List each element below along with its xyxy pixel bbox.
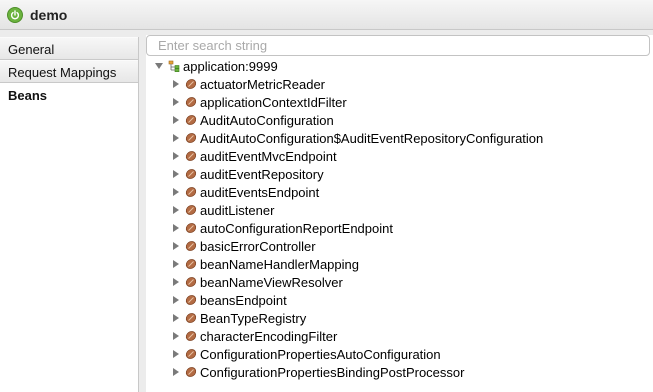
bean-name: beanNameHandlerMapping bbox=[200, 256, 359, 272]
chevron-right-icon[interactable] bbox=[171, 331, 181, 341]
bean-icon bbox=[185, 169, 197, 179]
beans-panel: application:9999 actuatorMetricReader app… bbox=[146, 35, 653, 392]
bean-name: beansEndpoint bbox=[200, 292, 287, 308]
tree-item[interactable]: AuditAutoConfiguration bbox=[171, 111, 334, 129]
chevron-right-icon[interactable] bbox=[171, 115, 181, 125]
bean-icon bbox=[185, 277, 197, 287]
bean-name: auditEventsEndpoint bbox=[200, 184, 320, 200]
chevron-right-icon[interactable] bbox=[171, 133, 181, 143]
chevron-right-icon[interactable] bbox=[171, 223, 181, 233]
chevron-right-icon[interactable] bbox=[171, 151, 181, 161]
tree-root[interactable]: application:9999 bbox=[154, 57, 278, 75]
bean-name: AuditAutoConfiguration$AuditEventReposit… bbox=[200, 130, 544, 146]
bean-name: autoConfigurationReportEndpoint bbox=[200, 220, 393, 236]
bean-icon bbox=[185, 97, 197, 107]
bean-icon bbox=[185, 205, 197, 215]
tree-item[interactable]: auditEventsEndpoint bbox=[171, 183, 319, 201]
tree-item[interactable]: applicationContextIdFilter bbox=[171, 93, 347, 111]
bean-name: actuatorMetricReader bbox=[200, 76, 325, 92]
bean-name: auditEventRepository bbox=[200, 166, 324, 182]
title-bar: demo bbox=[0, 0, 653, 30]
bean-icon bbox=[185, 223, 197, 233]
bean-name: ConfigurationPropertiesBindingPostProces… bbox=[200, 364, 465, 380]
bean-icon bbox=[185, 151, 197, 161]
chevron-right-icon[interactable] bbox=[171, 295, 181, 305]
chevron-right-icon[interactable] bbox=[171, 367, 181, 377]
chevron-right-icon[interactable] bbox=[171, 241, 181, 251]
bean-icon bbox=[185, 133, 197, 143]
bean-icon bbox=[185, 259, 197, 269]
tree-root-label: application:9999 bbox=[183, 58, 278, 74]
bean-name: beanNameViewResolver bbox=[200, 274, 343, 290]
bean-name: basicErrorController bbox=[200, 238, 316, 254]
tree-item[interactable]: beanNameViewResolver bbox=[171, 273, 343, 291]
tree-item[interactable]: characterEncodingFilter bbox=[171, 327, 337, 345]
tree-item[interactable]: beanNameHandlerMapping bbox=[171, 255, 359, 273]
tree-item[interactable]: BeanTypeRegistry bbox=[171, 309, 306, 327]
sidebar-item-beans[interactable]: Beans bbox=[0, 83, 138, 106]
bean-name: ConfigurationPropertiesAutoConfiguration bbox=[200, 346, 441, 362]
sidebar-item-request-mappings[interactable]: Request Mappings bbox=[0, 60, 138, 83]
chevron-right-icon[interactable] bbox=[171, 277, 181, 287]
tree-item[interactable]: auditListener bbox=[171, 201, 274, 219]
tree-item[interactable]: auditEventMvcEndpoint bbox=[171, 147, 337, 165]
chevron-right-icon[interactable] bbox=[171, 205, 181, 215]
window-title: demo bbox=[30, 6, 68, 23]
bean-icon bbox=[185, 241, 197, 251]
context-hierarchy-icon bbox=[168, 60, 180, 72]
tree-item[interactable]: auditEventRepository bbox=[171, 165, 324, 183]
tree-item[interactable]: AuditAutoConfiguration$AuditEventReposit… bbox=[171, 129, 543, 147]
bean-icon bbox=[185, 331, 197, 341]
bean-icon bbox=[185, 79, 197, 89]
tree-item[interactable]: basicErrorController bbox=[171, 237, 316, 255]
bean-name: AuditAutoConfiguration bbox=[200, 112, 334, 128]
bean-icon bbox=[185, 115, 197, 125]
tree-item[interactable]: ConfigurationPropertiesAutoConfiguration bbox=[171, 345, 441, 363]
sidebar: General Request Mappings Beans bbox=[0, 37, 139, 392]
bean-name: BeanTypeRegistry bbox=[200, 310, 307, 326]
search-input[interactable] bbox=[146, 35, 650, 56]
chevron-right-icon[interactable] bbox=[171, 169, 181, 179]
bean-name: characterEncodingFilter bbox=[200, 328, 338, 344]
sidebar-item-general[interactable]: General bbox=[0, 37, 138, 60]
tree-item[interactable]: ConfigurationPropertiesBindingPostProces… bbox=[171, 363, 464, 381]
tree-item[interactable]: beansEndpoint bbox=[171, 291, 287, 309]
bean-name: auditListener bbox=[200, 202, 275, 218]
bean-icon bbox=[185, 367, 197, 377]
chevron-right-icon[interactable] bbox=[171, 259, 181, 269]
chevron-right-icon[interactable] bbox=[171, 97, 181, 107]
bean-icon bbox=[185, 349, 197, 359]
spring-power-icon bbox=[7, 6, 23, 23]
bean-name: auditEventMvcEndpoint bbox=[200, 148, 337, 164]
bean-name: applicationContextIdFilter bbox=[200, 94, 347, 110]
tree-item[interactable]: autoConfigurationReportEndpoint bbox=[171, 219, 393, 237]
chevron-right-icon[interactable] bbox=[171, 349, 181, 359]
bean-icon bbox=[185, 187, 197, 197]
bean-icon bbox=[185, 313, 197, 323]
chevron-right-icon[interactable] bbox=[171, 187, 181, 197]
chevron-right-icon[interactable] bbox=[171, 313, 181, 323]
tree-item[interactable]: actuatorMetricReader bbox=[171, 75, 325, 93]
chevron-right-icon[interactable] bbox=[171, 79, 181, 89]
chevron-down-icon[interactable] bbox=[154, 61, 164, 71]
bean-icon bbox=[185, 295, 197, 305]
